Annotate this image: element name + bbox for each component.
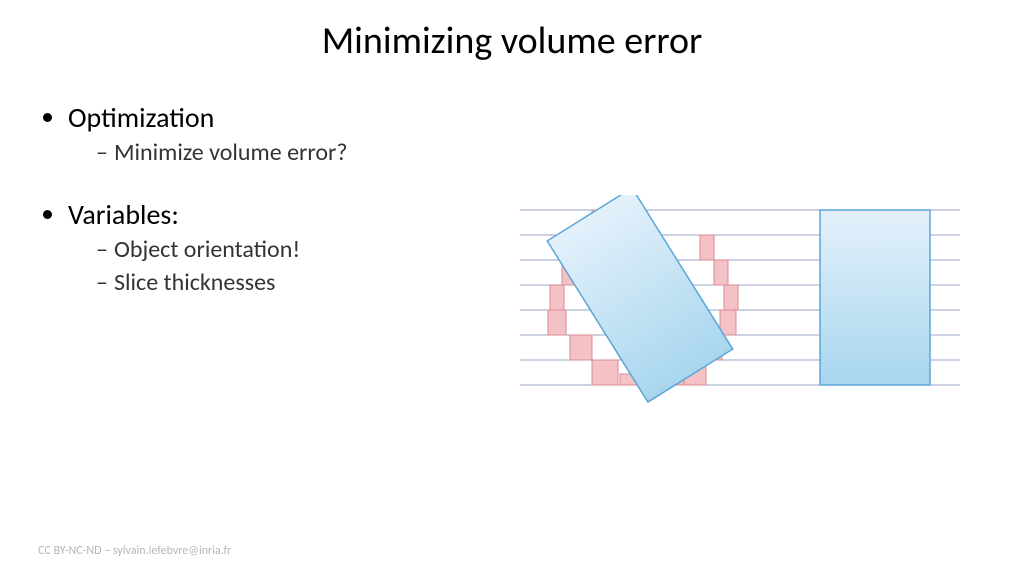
- sub-bullet-list: Minimize volume error?: [68, 137, 520, 169]
- volume-error-figure: [520, 195, 960, 405]
- sub-bullet-item: Slice thicknesses: [96, 267, 520, 299]
- bullet-item: Variables: Object orientation! Slice thi…: [68, 197, 520, 299]
- bullet-list: Optimization Minimize volume error? Vari…: [40, 100, 520, 299]
- sub-bullet-item: Minimize volume error?: [96, 137, 520, 169]
- sub-bullet-list: Object orientation! Slice thicknesses: [68, 234, 520, 299]
- slide-body: Optimization Minimize volume error? Vari…: [40, 100, 520, 327]
- figure-svg: [520, 195, 960, 405]
- bullet-item: Optimization Minimize volume error?: [68, 100, 520, 169]
- slide-title: Minimizing volume error: [0, 18, 1024, 64]
- aligned-rect: [820, 210, 930, 385]
- footer-attribution: CC BY-NC-ND – sylvain.lefebvre@inria.fr: [38, 544, 231, 558]
- bullet-label: Optimization: [68, 100, 214, 135]
- bullet-label: Variables:: [68, 197, 179, 232]
- sub-bullet-item: Object orientation!: [96, 234, 520, 266]
- slide: Minimizing volume error Optimization Min…: [0, 0, 1024, 576]
